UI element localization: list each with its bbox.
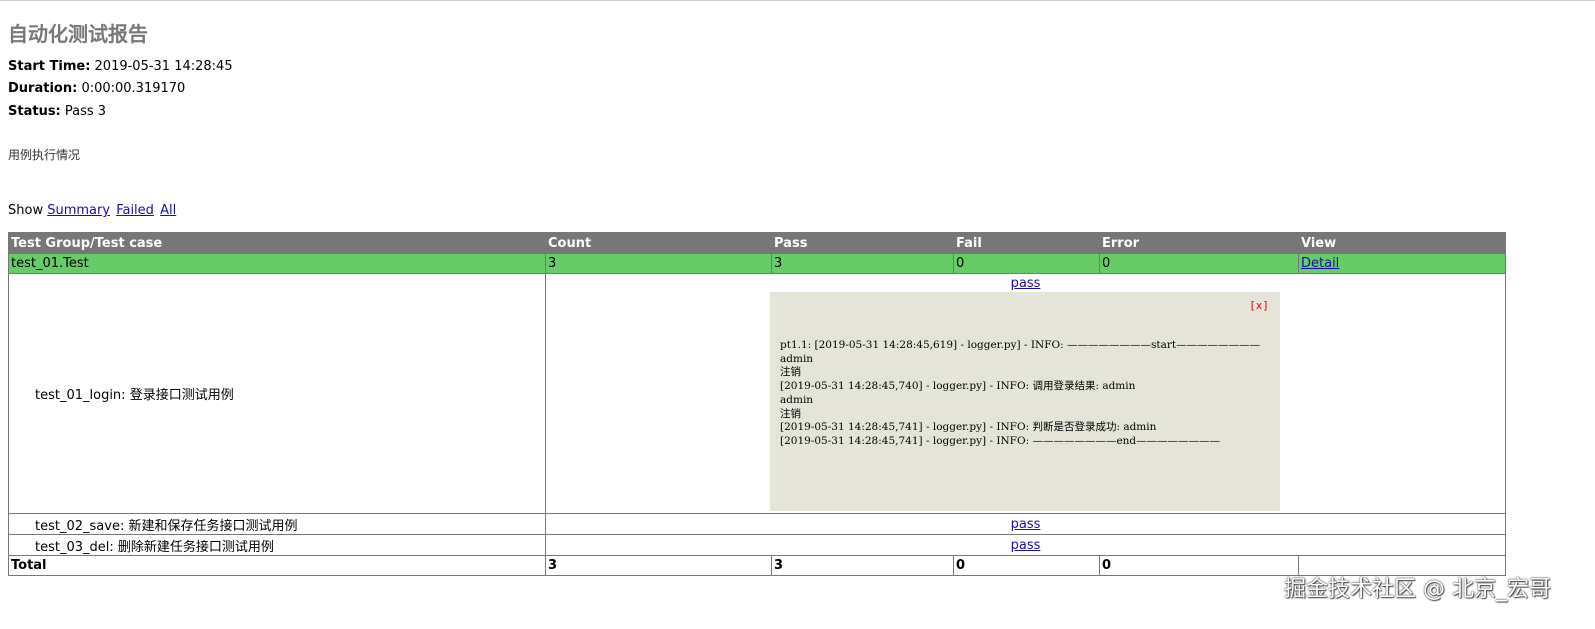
filter-summary-link[interactable]: Summary <box>47 203 110 218</box>
header-view: View <box>1298 232 1506 254</box>
class-count: 3 <box>545 253 772 274</box>
duration-value: 0:00:00.319170 <box>81 81 186 96</box>
table-row: test_01_login: 登录接口测试用例 pass <box>8 273 1506 514</box>
total-label: Total <box>8 555 546 576</box>
result-table: Test Group/Test case Count Pass Fail Err… <box>8 232 1506 576</box>
status-attribute: Status: Pass 3 <box>8 104 106 119</box>
case-result-link[interactable]: pass <box>1011 276 1041 291</box>
table-row: test_02_save: 新建和保存任务接口测试用例 pass <box>8 513 1506 535</box>
log-line: pt1.1: [2019-05-31 14:28:45,619] - logge… <box>780 339 1261 351</box>
header-error: Error <box>1099 232 1299 254</box>
start-time-value: 2019-05-31 14:28:45 <box>94 59 233 74</box>
duration-label: Duration: <box>8 81 78 96</box>
header-count: Count <box>545 232 772 254</box>
case-result-cell: pass <box>545 534 1506 556</box>
start-time-attribute: Start Time: 2019-05-31 14:28:45 <box>8 59 233 74</box>
total-fail: 0 <box>953 555 1100 576</box>
log-line: 注销 <box>780 366 801 379</box>
duration-attribute: Duration: 0:00:00.319170 <box>8 81 185 96</box>
log-line: admin <box>780 393 814 406</box>
header-pass: Pass <box>771 232 954 254</box>
total-count: 3 <box>545 555 772 576</box>
case-result-link[interactable]: pass <box>1011 517 1041 532</box>
case-name: test_03_del: 删除新建任务接口测试用例 <box>8 534 546 556</box>
total-error: 0 <box>1099 555 1299 576</box>
watermark: 掘金技术社区 @ 北京_宏哥 <box>1284 577 1551 602</box>
total-pass: 3 <box>771 555 954 576</box>
log-line: [2019-05-31 14:28:45,741] - logger.py] -… <box>780 434 1221 447</box>
log-output: pt1.1: [2019-05-31 14:28:45,619] - logge… <box>780 339 1260 449</box>
filter-all-link[interactable]: All <box>160 203 176 218</box>
class-pass: 3 <box>771 253 954 274</box>
case-result-link[interactable]: pass <box>1011 538 1041 553</box>
case-name: test_01_login: 登录接口测试用例 <box>8 273 546 514</box>
status-label: Status: <box>8 104 61 119</box>
log-line: admin <box>780 352 814 365</box>
log-line: 注销 <box>780 407 801 420</box>
total-row: Total 3 3 0 0 <box>8 555 1506 576</box>
case-result-cell: pass <box>545 513 1506 535</box>
class-view-cell: Detail <box>1298 253 1506 274</box>
filter-bar: Show Summary Failed All <box>8 203 178 218</box>
class-fail: 0 <box>953 253 1100 274</box>
header-test-case: Test Group/Test case <box>8 232 546 254</box>
page-title: 自动化测试报告 <box>8 22 148 46</box>
filter-failed-link[interactable]: Failed <box>116 203 154 218</box>
log-line: [2019-05-31 14:28:45,741] - logger.py] -… <box>780 421 1157 434</box>
top-border <box>0 0 1595 1</box>
status-value: Pass 3 <box>64 104 107 119</box>
class-name: test_01.Test <box>8 253 546 274</box>
close-popup-button[interactable]: [x] <box>1249 299 1269 312</box>
header-fail: Fail <box>953 232 1100 254</box>
case-name: test_02_save: 新建和保存任务接口测试用例 <box>8 513 546 535</box>
log-popup: [x] pt1.1: [2019-05-31 14:28:45,619] - l… <box>770 292 1280 511</box>
detail-link[interactable]: Detail <box>1301 256 1339 271</box>
table-header-row: Test Group/Test case Count Pass Fail Err… <box>8 232 1506 254</box>
class-error: 0 <box>1099 253 1299 274</box>
filter-label: Show <box>8 203 44 218</box>
test-class-row: test_01.Test 3 3 0 0 Detail <box>8 253 1506 274</box>
table-row: test_03_del: 删除新建任务接口测试用例 pass <box>8 534 1506 556</box>
log-line: [2019-05-31 14:28:45,740] - logger.py] -… <box>780 380 1136 393</box>
start-time-label: Start Time: <box>8 59 91 74</box>
report-description: 用例执行情况 <box>8 148 81 162</box>
